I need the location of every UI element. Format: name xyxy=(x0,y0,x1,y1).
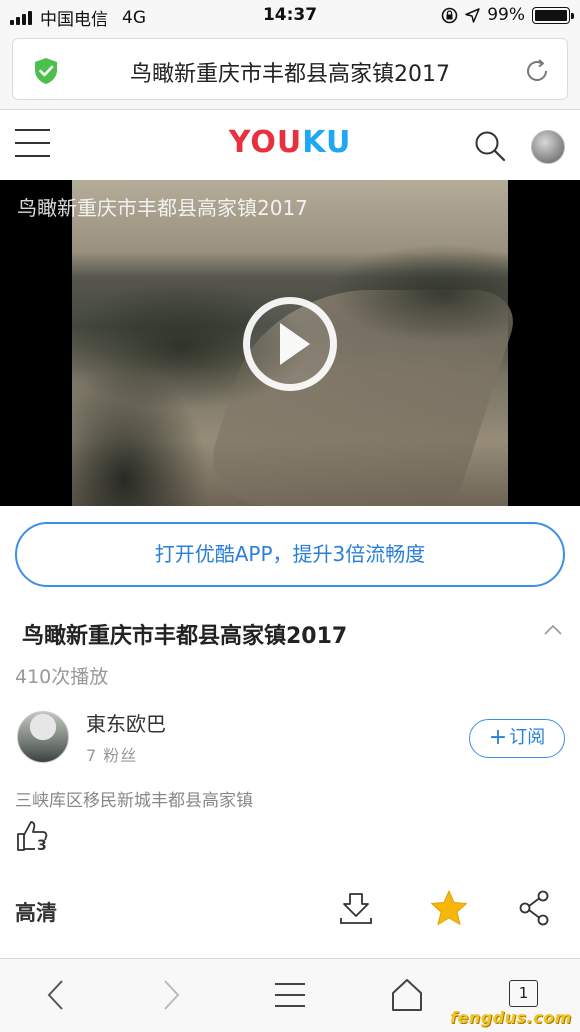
play-count: 410次播放 xyxy=(15,666,109,688)
video-overlay-title: 鸟瞰新重庆市丰都县高家镇2017 xyxy=(17,196,308,220)
open-app-button[interactable]: 打开优酷APP，提升3倍流畅度 xyxy=(15,522,565,587)
video-title: 鸟瞰新重庆市丰都县高家镇2017 xyxy=(22,624,348,649)
uploader-avatar[interactable] xyxy=(17,711,69,763)
tabs-icon[interactable]: 1 xyxy=(509,980,538,1007)
browser-address-area: 鸟瞰新重庆市丰都县高家镇2017 xyxy=(0,32,580,110)
avatar[interactable] xyxy=(531,130,565,164)
quality-label[interactable]: 高清 xyxy=(15,897,57,927)
shield-check-icon xyxy=(35,58,57,84)
watermark: fengdus.com xyxy=(450,1008,572,1027)
battery-icon xyxy=(532,6,574,24)
orientation-lock-icon xyxy=(441,7,458,23)
back-icon[interactable] xyxy=(40,977,76,1013)
video-description: 三峡库区移民新城丰都县高家镇 xyxy=(15,791,253,811)
chevron-up-icon[interactable] xyxy=(544,624,562,636)
menu-icon[interactable] xyxy=(272,977,308,1013)
plus-icon: + xyxy=(488,725,508,750)
subscribe-button[interactable]: + 订阅 xyxy=(469,719,565,758)
site-header: YOUKU xyxy=(0,111,580,179)
battery-percent: 99% xyxy=(487,5,525,25)
video-player[interactable]: 鸟瞰新重庆市丰都县高家镇2017 xyxy=(0,180,580,506)
status-bar: 中国电信 4G 14:37 99% xyxy=(0,0,580,32)
like-count: 3 xyxy=(37,838,47,854)
page-title: 鸟瞰新重庆市丰都县高家镇2017 xyxy=(130,62,450,87)
star-icon[interactable] xyxy=(430,890,468,926)
reload-icon[interactable] xyxy=(523,57,551,85)
forward-icon[interactable] xyxy=(153,977,189,1013)
address-bar[interactable]: 鸟瞰新重庆市丰都县高家镇2017 xyxy=(12,38,568,100)
search-icon[interactable] xyxy=(474,130,506,162)
share-icon[interactable] xyxy=(518,890,552,926)
uploader-fans: 7 粉丝 xyxy=(86,746,138,765)
uploader-name[interactable]: 東东欧巴 xyxy=(86,708,166,737)
location-icon xyxy=(465,7,480,23)
play-icon[interactable] xyxy=(243,297,337,391)
home-icon[interactable] xyxy=(389,977,425,1013)
thumbs-up-icon[interactable] xyxy=(15,818,55,858)
download-icon[interactable] xyxy=(338,890,374,926)
